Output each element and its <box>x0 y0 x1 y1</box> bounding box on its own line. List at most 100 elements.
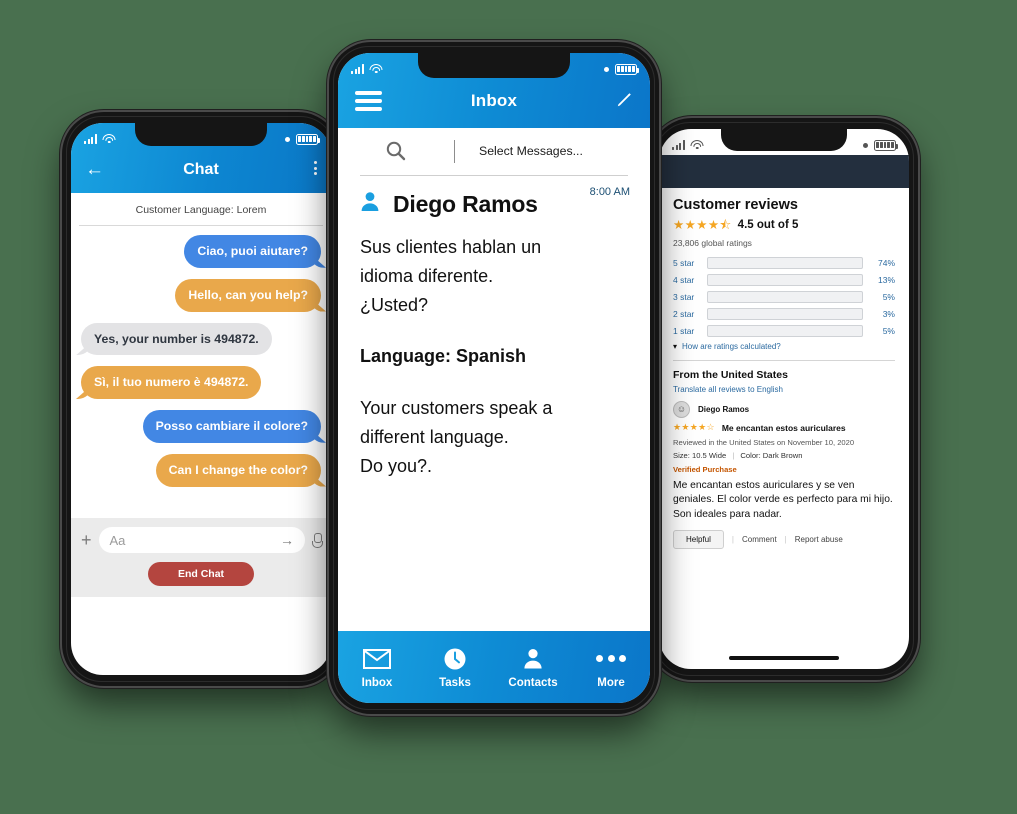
review-title-row: ★★★★☆ Me encantan estos auriculares <box>673 423 895 433</box>
rating-bar-label[interactable]: 4 star <box>673 275 707 285</box>
overall-rating: ★★★★⯪ 4.5 out of 5 <box>673 219 895 232</box>
review-variant-meta: Size: 10.5 Wide | Color: Dark Brown <box>673 451 895 460</box>
search-icon[interactable] <box>338 139 454 163</box>
battery-icon <box>615 63 640 75</box>
chat-bubble[interactable]: Posso cambiare il colore? <box>142 410 321 443</box>
rating-bar-label[interactable]: 1 star <box>673 326 707 336</box>
chat-screen: ← Chat Customer Language: Lorem Ciao, pu… <box>71 123 331 675</box>
rating-bar-row[interactable]: 3 star 5% <box>673 290 895 303</box>
end-chat-button[interactable]: End Chat <box>147 562 255 586</box>
review-title[interactable]: Me encantan estos auriculares <box>722 423 846 433</box>
send-icon[interactable]: → <box>280 532 294 548</box>
comment-link[interactable]: Comment <box>742 535 777 544</box>
clock-icon <box>416 646 494 672</box>
chat-bubble[interactable]: Can I change the color? <box>155 453 321 487</box>
person-icon <box>494 646 572 672</box>
how-ratings-calculated-link[interactable]: ▾ How are ratings calculated? <box>673 342 895 351</box>
add-attachment-icon[interactable]: + <box>81 531 92 549</box>
divider: | <box>731 535 734 545</box>
from-country-heading: From the United States <box>673 368 788 381</box>
rating-bar-percent[interactable]: 13% <box>863 275 895 285</box>
report-abuse-link[interactable]: Report abuse <box>795 535 843 544</box>
signal-icon <box>672 140 685 150</box>
message-row: Yes, your number is 494872. <box>81 322 321 356</box>
smiley-avatar-icon: ☺ <box>673 400 690 418</box>
rating-bar-label[interactable]: 2 star <box>673 309 707 319</box>
chat-bubble[interactable]: Ciao, puoi aiutare? <box>184 235 321 268</box>
message-row: Hello, can you help? <box>81 278 321 312</box>
chat-bubble[interactable]: Hello, can you help? <box>175 278 321 312</box>
wifi-icon <box>690 140 704 150</box>
recording-dot-icon <box>863 142 868 148</box>
review-color: Color: Dark Brown <box>740 450 803 460</box>
rating-bar-row[interactable]: 1 star 5% <box>673 324 895 337</box>
rating-bar-row[interactable]: 4 star 13% <box>673 273 895 286</box>
home-indicator <box>729 656 839 660</box>
rating-bar-percent[interactable]: 5% <box>863 292 895 302</box>
spanish-line-2: idioma diferente. <box>360 266 494 287</box>
rating-bar-percent[interactable]: 74% <box>863 258 895 268</box>
app-header-bar <box>659 155 909 188</box>
envelope-icon <box>338 646 416 672</box>
rating-bar-row[interactable]: 2 star 3% <box>673 307 895 320</box>
message-body: Sus clientes hablan un idioma diferente.… <box>338 219 650 481</box>
english-line-3: Do you?. <box>360 455 433 476</box>
english-line-1: Your customers speak a <box>360 397 553 418</box>
tab-more[interactable]: More <box>572 646 650 689</box>
review-body-text: Me encantan estos auriculares y se ven g… <box>673 479 893 520</box>
rating-bar-track <box>707 290 863 303</box>
tab-inbox[interactable]: Inbox <box>338 646 416 689</box>
rating-bar-row[interactable]: 5 star 74% <box>673 256 895 269</box>
select-messages-label[interactable]: Select Messages... <box>455 144 650 158</box>
rating-bar-percent[interactable]: 5% <box>863 326 895 336</box>
phone-inbox: Inbox Select Messages... Diego Ramos 8:0… <box>329 42 659 714</box>
back-icon[interactable]: ← <box>85 160 111 179</box>
message-row: Can I change the color? <box>81 453 321 487</box>
wifi-icon <box>369 64 383 74</box>
helpful-button[interactable]: Helpful <box>673 530 724 550</box>
rating-bar-track <box>707 273 863 286</box>
chat-bubble[interactable]: Sì, il tuo numero è 494872. <box>81 366 262 399</box>
tab-contacts[interactable]: Contacts <box>494 646 572 689</box>
wifi-icon <box>102 134 116 144</box>
rating-score: 4.5 out of 5 <box>737 219 799 232</box>
spanish-line-3: ¿Usted? <box>360 295 429 316</box>
inbox-title: Inbox <box>470 91 518 110</box>
recording-dot-icon <box>604 66 609 72</box>
message-row: Ciao, puoi aiutare? <box>81 235 321 268</box>
rating-bar-label[interactable]: 5 star <box>673 258 707 268</box>
reviewer-name[interactable]: Diego Ramos <box>698 405 749 414</box>
translate-reviews-link[interactable]: Translate all reviews to English <box>673 385 895 394</box>
person-icon <box>358 190 384 219</box>
tab-label: More <box>597 676 625 689</box>
chat-footer: + Aa → End Chat <box>71 518 331 597</box>
recording-dot-icon <box>285 136 290 142</box>
page-title: Customer reviews <box>673 197 798 213</box>
screenshot-stage: ← Chat Customer Language: Lorem Ciao, pu… <box>0 0 1017 814</box>
language-label: Language: Spanish <box>360 346 527 367</box>
hamburger-menu-icon[interactable] <box>355 91 382 111</box>
message-header: Diego Ramos 8:00 AM <box>338 176 650 219</box>
global-ratings-count: 23,806 global ratings <box>673 237 752 248</box>
chat-bubble[interactable]: Yes, your number is 494872. <box>81 322 272 356</box>
divider: | <box>732 450 735 460</box>
customer-language-label: Customer Language: Lorem <box>71 193 331 225</box>
message-input[interactable]: Aa → <box>98 527 305 553</box>
signal-icon <box>84 134 97 144</box>
tab-tasks[interactable]: Tasks <box>416 646 494 689</box>
kebab-menu-icon[interactable] <box>291 161 317 178</box>
microphone-icon[interactable] <box>312 532 323 548</box>
rating-bar-percent[interactable]: 3% <box>863 309 895 319</box>
message-time: 8:00 AM <box>589 186 630 198</box>
rating-bar-label[interactable]: 3 star <box>673 292 707 302</box>
review-size: Size: 10.5 Wide <box>673 450 727 460</box>
review-star-rating-icon: ★★★★☆ <box>673 422 715 432</box>
message-row: Posso cambiare il colore? <box>81 410 321 443</box>
search-row: Select Messages... <box>338 128 650 175</box>
chat-navbar: ← Chat <box>71 149 331 193</box>
compose-pencil-icon[interactable] <box>606 91 633 111</box>
chat-messages: Ciao, puoi aiutare? Hello, can you help?… <box>71 226 331 518</box>
notch <box>135 123 267 146</box>
chat-title: Chat <box>183 160 219 178</box>
